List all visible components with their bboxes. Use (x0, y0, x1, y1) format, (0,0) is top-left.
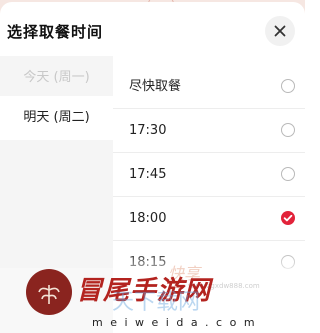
time-option[interactable]: 尽快取餐 (113, 65, 305, 109)
day-item-tomorrow[interactable]: 明天 (周二) (0, 96, 113, 140)
time-option-label: 17:30 (129, 123, 167, 138)
radio-unchecked-icon (281, 79, 295, 93)
watermark-overlay-text: 天下载网 (112, 290, 201, 315)
watermark-url: m e i w e i d a . c o m (92, 316, 257, 329)
radio-unchecked-icon (281, 123, 295, 137)
time-option-label: 尽快取餐 (129, 79, 182, 94)
day-item-today[interactable]: 今天 (周一) (0, 56, 113, 100)
time-option[interactable]: 17:45 (113, 153, 305, 197)
time-option[interactable]: 17:30 (113, 109, 305, 153)
close-icon (274, 25, 286, 37)
leaf-icon (38, 285, 60, 304)
watermark-logo (26, 269, 72, 315)
close-button[interactable] (265, 16, 295, 46)
sheet-title: 选择取餐时间 (7, 23, 104, 41)
radio-unchecked-icon (281, 167, 295, 181)
radio-checked-icon (281, 211, 295, 225)
time-option[interactable]: 18:00 (113, 197, 305, 241)
time-option-label: 17:45 (129, 167, 167, 182)
time-option-label: 18:00 (129, 211, 167, 226)
